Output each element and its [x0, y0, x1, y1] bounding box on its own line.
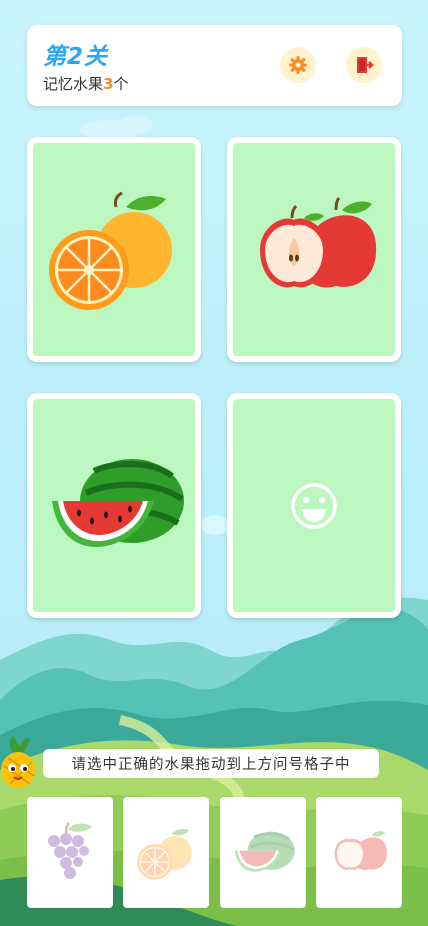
- memory-suffix: 个: [113, 75, 129, 93]
- watermelon-icon: [234, 831, 295, 872]
- smiley-icon: [291, 482, 337, 529]
- memory-card-2[interactable]: [227, 137, 401, 362]
- memory-count: 3: [103, 75, 114, 93]
- settings-button[interactable]: [280, 47, 316, 83]
- memory-instruction: 记忆水果3个: [43, 73, 128, 94]
- pineapple-mascot-icon: [1, 736, 35, 788]
- apple-icon: [334, 830, 387, 870]
- memory-card-3[interactable]: [27, 393, 201, 618]
- watermelon-icon: [52, 458, 184, 547]
- orange-icon: [49, 191, 172, 310]
- level-header: 第2关 记忆水果3个: [27, 25, 402, 106]
- apple-icon: [260, 196, 377, 287]
- option-watermelon[interactable]: [220, 797, 306, 908]
- memory-card-1[interactable]: [27, 137, 201, 362]
- memory-card-4[interactable]: [227, 393, 401, 618]
- exit-button[interactable]: [346, 47, 382, 83]
- card-face: [33, 399, 195, 612]
- card-face: [33, 143, 195, 356]
- grape-icon: [48, 821, 92, 879]
- option-grape[interactable]: [27, 797, 113, 908]
- orange-icon: [137, 828, 192, 880]
- instruction-hint: 请选中正确的水果拖动到上方问号格子中: [43, 749, 379, 778]
- memory-prefix: 记忆水果: [43, 75, 104, 93]
- option-apple[interactable]: [316, 797, 402, 908]
- gear-icon: [289, 56, 307, 74]
- exit-door-icon: [357, 57, 374, 73]
- card-face: [233, 143, 395, 356]
- option-orange[interactable]: [123, 797, 209, 908]
- card-face: [233, 399, 395, 612]
- level-title: 第2关: [43, 44, 109, 70]
